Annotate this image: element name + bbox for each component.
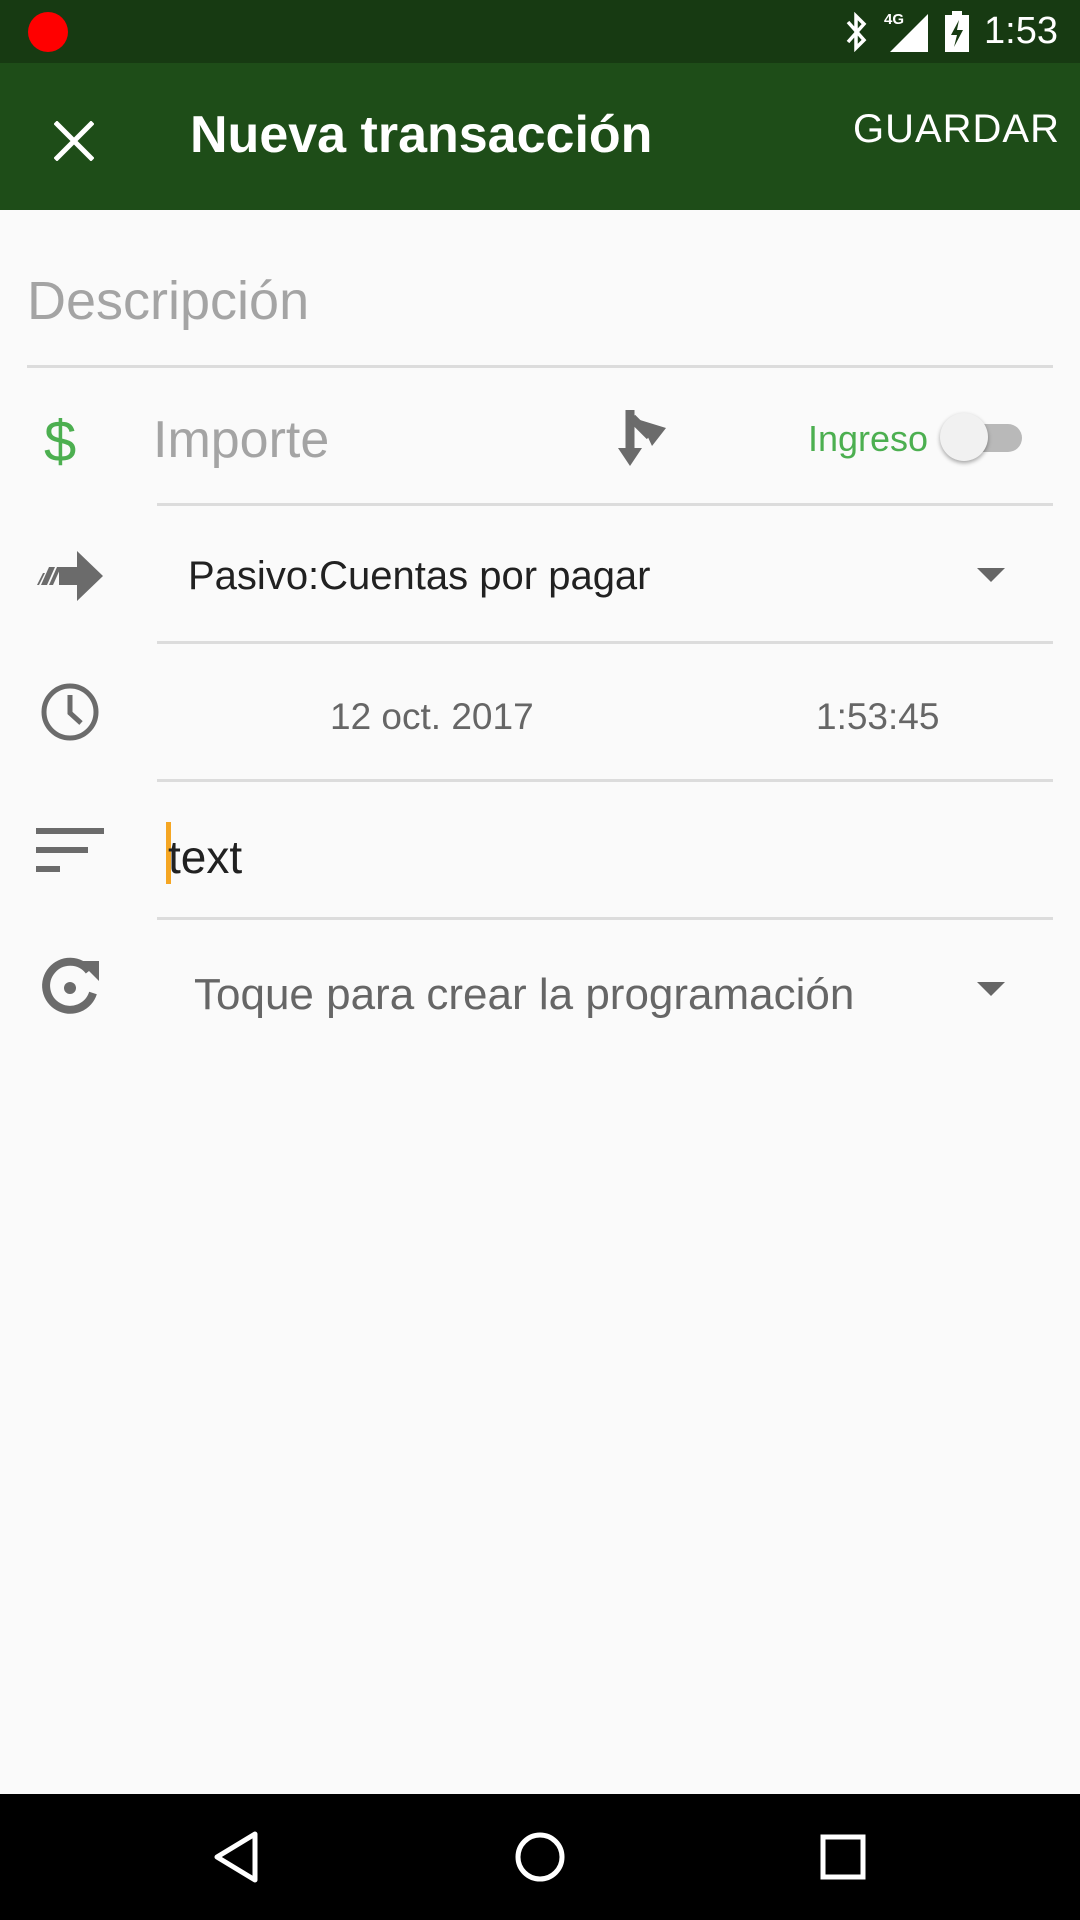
status-bar: 4G 1:53	[0, 0, 1080, 63]
description-input[interactable]: Descripción	[27, 270, 309, 332]
status-icons: 4G 1:53	[844, 0, 1058, 63]
income-label: Ingreso	[808, 418, 929, 459]
close-button[interactable]	[34, 101, 114, 181]
description-field[interactable]: Descripción	[27, 240, 1053, 368]
split-transaction-icon[interactable]	[610, 406, 670, 468]
transfer-arrow-icon	[34, 540, 106, 612]
date-field[interactable]: 12 oct. 2017	[330, 696, 534, 738]
date-time-row: 12 oct. 2017 1:53:45	[0, 644, 1080, 782]
chevron-down-icon[interactable]	[977, 568, 1005, 582]
bluetooth-icon	[846, 11, 867, 52]
currency-symbol: $	[44, 409, 77, 474]
close-icon	[54, 121, 94, 161]
signal-icon: 4G	[884, 11, 929, 52]
save-button[interactable]: GUARDAR	[853, 107, 1060, 152]
account-selector[interactable]: Pasivo:Cuentas por pagar	[188, 554, 651, 599]
time-field[interactable]: 1:53:45	[816, 696, 939, 738]
battery-charging-icon	[945, 10, 970, 52]
recents-button[interactable]	[808, 1822, 878, 1892]
notes-icon	[34, 814, 106, 886]
back-icon	[214, 1831, 258, 1883]
screen: 4G 1:53 Nueva transacción GUARDAR Descri…	[0, 0, 1080, 1920]
amount-input[interactable]: Importe	[153, 410, 329, 470]
home-button[interactable]	[505, 1822, 575, 1892]
network-type-label: 4G	[884, 11, 904, 28]
home-icon	[515, 1832, 565, 1882]
transfer-account-row[interactable]: Pasivo:Cuentas por pagar	[0, 506, 1080, 644]
income-toggle[interactable]	[940, 413, 1026, 461]
recording-indicator-icon	[28, 12, 68, 52]
recurrence-selector[interactable]: Toque para crear la programación	[194, 970, 854, 1020]
repeat-icon	[34, 952, 106, 1024]
page-title: Nueva transacción	[190, 106, 653, 164]
toggle-thumb	[940, 413, 988, 461]
status-time: 1:53	[984, 10, 1058, 52]
amount-row: $ Importe Ingreso	[0, 368, 1080, 506]
recents-icon	[820, 1834, 866, 1880]
navigation-bar	[0, 1794, 1080, 1920]
chevron-down-icon[interactable]	[977, 982, 1005, 996]
recurrence-row[interactable]: Toque para crear la programación	[0, 920, 1080, 1058]
clock-icon	[34, 676, 106, 748]
notes-row: text	[0, 782, 1080, 920]
app-bar: Nueva transacción GUARDAR	[0, 63, 1080, 210]
back-button[interactable]	[201, 1822, 271, 1892]
notes-input[interactable]: text	[168, 830, 242, 884]
